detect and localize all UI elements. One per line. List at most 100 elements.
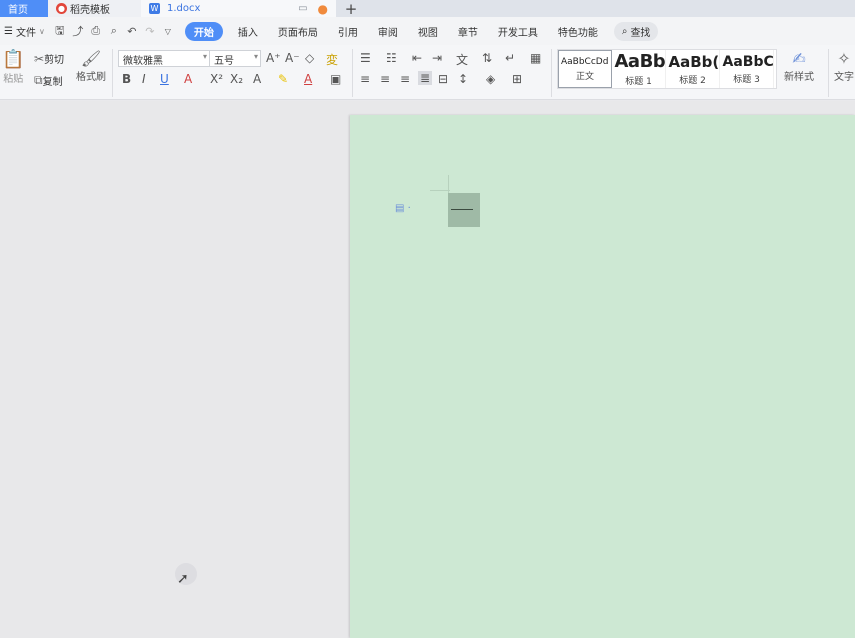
cut-button[interactable]: ✂ 剪切 [34,51,65,67]
justify-icon[interactable]: ≣ [418,71,433,85]
margin-mark [448,175,449,193]
style-heading-3[interactable]: AaBbC 标题 3 [720,50,774,88]
print-icon[interactable]: ⎙ [87,24,105,38]
underline-icon[interactable]: U [160,72,169,86]
style-heading-1[interactable]: AaBb 标题 1 [612,50,666,88]
copy-button[interactable]: ⧉ 复制 [34,73,63,88]
phonetic-icon[interactable]: 変 [326,51,338,68]
tab-start[interactable]: 开始 [184,21,223,41]
chevron-down-icon: ▾ [202,52,207,61]
distributed-icon[interactable]: ⊟ [438,72,448,86]
paste-button[interactable]: 📋 粘贴 [2,49,24,85]
style-preview: AaBb( [668,52,719,71]
copy-label: 复制 [42,77,63,88]
tab-page-layout[interactable]: 页面布局 [268,24,328,39]
clear-format-icon[interactable]: ◇ [305,51,314,65]
save-icon[interactable]: 🖫 [51,22,69,41]
format-painter-button[interactable]: 🖌 格式刷 [76,49,106,83]
tab-bar: 首页 ● 稻壳模板 W 1.docx ▭ ● + [0,0,855,18]
unsaved-dot-icon: ● [317,1,328,16]
tab-insert[interactable]: 插入 [228,24,268,39]
highlight-icon[interactable]: ✎ [278,72,288,86]
paragraph-layout-icon[interactable]: ▤ · [395,203,411,214]
shrink-font-icon[interactable]: A⁻ [285,51,300,65]
strikethrough-icon[interactable]: A [184,72,192,86]
text-effect-icon[interactable]: A [253,72,261,86]
tab-document[interactable]: W 1.docx ▭ ● [141,0,336,17]
sort-icon[interactable]: ⇅ [482,51,492,65]
menu-bar: ☰ 文件 ∨ 🖫 ⤴ ⎙ ⌕ ↶ ↷ ▽ 开始 插入 页面布局 引用 审阅 视图… [0,17,855,45]
tab-review[interactable]: 审阅 [368,24,408,39]
text-tools-label: 文字 [834,72,854,83]
bullet-list-icon[interactable]: ☰ [360,51,371,65]
style-preview: AaBbC [722,53,773,70]
align-right-icon[interactable]: ≡ [400,72,410,86]
ribbon-divider [828,49,829,97]
font-name-value: 微软雅黑 [123,56,163,67]
file-menu[interactable]: ☰ 文件 ∨ [2,24,51,39]
font-size-select[interactable]: 五号 ▾ [209,50,261,67]
style-preview: AaBbCcDd [561,56,609,67]
style-normal[interactable]: AaBbCcDd 正文 [558,50,612,88]
search-box[interactable]: ⌕ 查找 [613,21,659,41]
new-tab-button[interactable]: + [336,0,366,18]
monitor-icon[interactable]: ▭ [298,3,307,14]
style-preview: AaBb [614,51,665,72]
italic-icon[interactable]: I [142,72,146,86]
chevron-down-icon: ∨ [38,26,45,36]
text-tools-button[interactable]: ✧ 文字 [834,49,854,83]
line-spacing-icon[interactable]: ↕ [458,72,468,86]
clipboard-icon: 📋 [2,49,25,70]
export-icon[interactable]: ⤴ [69,23,87,39]
numbered-list-icon[interactable]: ☷ [386,51,397,65]
tab-section[interactable]: 章节 [448,24,488,39]
chinese-layout-icon[interactable]: 文 [456,51,468,68]
align-left-icon[interactable]: ≡ [360,72,370,86]
decrease-indent-icon[interactable]: ⇤ [412,51,422,65]
print-preview-icon[interactable]: ⌕ [105,24,123,38]
tab-template[interactable]: ● 稻壳模板 [48,0,141,17]
search-icon: ⌕ [621,25,628,37]
tab-home[interactable]: 首页 [0,0,48,17]
chevron-down-icon: ▾ [253,52,258,61]
ribbon-divider [352,49,353,97]
cut-label: 剪切 [44,55,65,66]
font-color-icon[interactable]: A [304,72,312,86]
increase-indent-icon[interactable]: ⇥ [432,51,442,65]
tab-special[interactable]: 特色功能 [548,24,608,39]
new-style-icon: ✍ [792,49,806,68]
tab-developer[interactable]: 开发工具 [488,24,548,39]
font-name-select[interactable]: 微软雅黑 ▾ [118,50,210,67]
tab-home-label: 首页 [8,5,28,16]
selected-dash [451,209,473,210]
tab-view[interactable]: 视图 [408,24,448,39]
scissors-icon: ✂ [34,51,45,66]
new-style-label: 新样式 [784,72,814,83]
grow-font-icon[interactable]: A⁺ [266,51,281,65]
style-heading-2[interactable]: AaBb( 标题 2 [666,50,720,88]
shading-icon[interactable]: ◈ [486,72,495,86]
customize-icon[interactable]: ▽ [159,27,177,36]
style-name: 标题 3 [733,74,760,85]
docer-logo-icon: ● [56,3,67,14]
bold-icon[interactable]: B [122,72,131,86]
subscript-icon[interactable]: X₂ [230,72,243,86]
align-center-icon[interactable]: ≡ [380,72,390,86]
format-painter-label: 格式刷 [76,72,106,83]
font-size-value: 五号 [214,56,234,67]
superscript-icon[interactable]: X² [210,72,223,86]
text-selection[interactable] [448,193,480,227]
new-style-button[interactable]: ✍ 新样式 [784,49,814,83]
tab-references[interactable]: 引用 [328,24,368,39]
show-marks-icon[interactable]: ↵ [505,51,515,65]
document-page[interactable]: ▤ · [350,115,855,638]
ribbon-divider [551,49,552,97]
text-tools-icon: ✧ [837,49,851,68]
undo-icon[interactable]: ↶ [123,25,141,38]
borders-icon[interactable]: ⊞ [512,72,522,86]
table-grid-icon[interactable]: ▦ [530,51,541,65]
redo-icon[interactable]: ↷ [141,25,159,38]
file-menu-label: 文件 [15,27,36,39]
mouse-pointer-icon: ➚ [177,571,189,587]
char-border-icon[interactable]: ▣ [330,72,341,86]
